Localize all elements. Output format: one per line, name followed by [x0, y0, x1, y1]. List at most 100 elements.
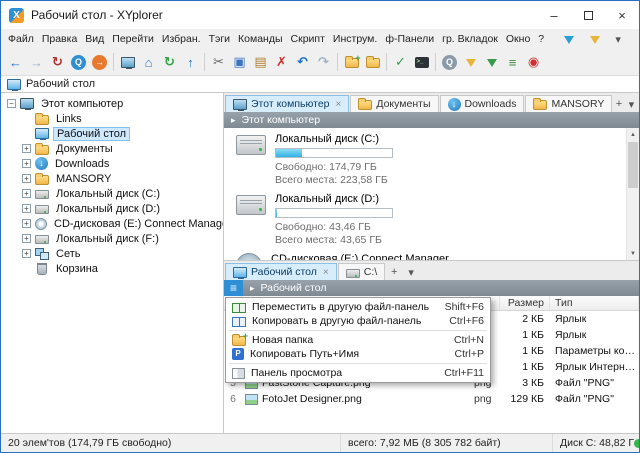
tab[interactable]: Рабочий стол×	[225, 263, 337, 280]
tab[interactable]: Downloads	[440, 95, 525, 112]
menu-item[interactable]: Команды	[234, 31, 287, 47]
column-header-size[interactable]: Размер	[500, 296, 550, 310]
tree-item[interactable]: +MANSORY	[1, 171, 223, 186]
tree-item[interactable]: +Локальный диск (D:)	[1, 201, 223, 216]
menu-item[interactable]: Файл	[4, 31, 38, 47]
tree-item[interactable]: Корзина	[1, 261, 223, 276]
tab[interactable]: C:\	[338, 263, 385, 280]
menu-item[interactable]: ?	[534, 31, 548, 47]
tree-expander[interactable]: +	[22, 234, 31, 243]
drive-entry[interactable]: CD-дисковая (E:) Connect Manager	[236, 253, 623, 260]
addressbar[interactable]: Рабочий стол	[1, 75, 639, 93]
pane-menu-button[interactable]: ≡	[224, 280, 243, 296]
copy-button[interactable]: ▣	[229, 51, 250, 73]
tree-item[interactable]: +Сеть	[1, 246, 223, 261]
top-scrollbar[interactable]: ▲ ▼	[626, 128, 639, 260]
console-button[interactable]	[411, 51, 432, 73]
refresh-button[interactable]: ↻	[159, 51, 180, 73]
context-menu-item-copy-to-other-pane[interactable]: Копировать в другую файл-панельCtrl+F6	[228, 314, 488, 328]
tab[interactable]: MANSORY	[525, 95, 612, 112]
tree-item[interactable]: Рабочий стол	[1, 126, 223, 141]
undo-button[interactable]: ↶	[292, 51, 313, 73]
tab-list-dropdown[interactable]: ▾	[626, 96, 637, 112]
menubar-filter-dropdown[interactable]: ▾	[610, 31, 626, 47]
tree-item[interactable]: +Локальный диск (F:)	[1, 231, 223, 246]
tree-item[interactable]: +Локальный диск (C:)	[1, 186, 223, 201]
paste-button[interactable]: ▤	[250, 51, 271, 73]
tree-item[interactable]: Links	[1, 111, 223, 126]
tree-item[interactable]: + Downloads	[1, 156, 223, 171]
drive-free-label: Свободно: 174,79 ГБ	[275, 161, 393, 174]
scripts-button[interactable]: ◉	[523, 51, 544, 73]
tree-expander[interactable]: +	[22, 249, 31, 258]
new-folder-button[interactable]	[341, 51, 362, 73]
tree-item-label: Downloads	[52, 157, 112, 171]
forward-button[interactable]: →	[26, 51, 47, 73]
home-button[interactable]: ⌂	[138, 51, 159, 73]
tree-item[interactable]: +Документы	[1, 141, 223, 156]
scroll-down-icon[interactable]: ▼	[627, 247, 639, 260]
toolbar: ←→↻Q→⌂↻↑✂▣▤✗↶↷✓Q≡◉	[1, 49, 639, 75]
new-tab-button[interactable]: +	[613, 96, 624, 112]
cut-button[interactable]: ✂	[208, 51, 229, 73]
context-menu-item-copy-path-name[interactable]: Копировать Путь+ИмяCtrl+P	[228, 347, 488, 361]
column-header-type[interactable]: Тип	[550, 296, 639, 310]
top-breadcrumb[interactable]: ▸ Этот компьютер	[224, 112, 639, 128]
tree-item[interactable]: +CD-дисковая (E:) Connect Manager	[1, 216, 223, 231]
menu-item[interactable]: Скрипт	[287, 31, 329, 47]
go-up-folder-button[interactable]	[362, 51, 383, 73]
zoom-button[interactable]: Q	[439, 51, 460, 73]
menu-item[interactable]: Правка	[38, 31, 81, 47]
this-pc-button[interactable]	[117, 51, 138, 73]
menu-item[interactable]: Тэги	[205, 31, 234, 47]
close-button[interactable]: ×	[605, 1, 639, 29]
drive-entry[interactable]: Локальный диск (D:)Свободно: 43,46 ГБВсе…	[236, 193, 623, 247]
tree-expander[interactable]: +	[22, 189, 31, 198]
tree-expander[interactable]: +	[22, 204, 31, 213]
file-row[interactable]: 6FotoJet Designer.pngpng129 КБФайл "PNG"	[224, 391, 639, 407]
search-button[interactable]: Q	[68, 51, 89, 73]
menubar-tag-filter-button[interactable]	[558, 28, 579, 50]
go-to-button[interactable]: →	[89, 51, 110, 73]
bottom-breadcrumb[interactable]: ▸ Рабочий стол	[243, 280, 639, 296]
drive-entry[interactable]: Локальный диск (C:)Свободно: 174,79 ГБВс…	[236, 133, 623, 187]
drive-usage-bar	[275, 208, 393, 218]
tab[interactable]: Документы	[350, 95, 438, 112]
redo-button[interactable]: ↷	[313, 51, 334, 73]
tree-expander[interactable]: +	[22, 219, 31, 228]
context-menu-item-new-folder[interactable]: Новая папкаCtrl+N	[228, 333, 488, 347]
tree-expander[interactable]: +	[22, 159, 31, 168]
context-menu-item-preview-pane[interactable]: Панель просмотраCtrl+F11	[228, 366, 488, 380]
minimize-button[interactable]: –	[537, 1, 571, 29]
tab-close-icon[interactable]: ×	[323, 267, 329, 278]
scroll-thumb[interactable]	[628, 142, 638, 188]
tree-expander[interactable]: +	[22, 144, 31, 153]
new-tab-button[interactable]: +	[386, 264, 402, 280]
menu-item[interactable]: ф-Панели	[381, 31, 438, 47]
menu-item[interactable]: Вид	[81, 31, 108, 47]
tree-expander[interactable]: −	[7, 99, 16, 108]
tab[interactable]: Этот компьютер×	[225, 95, 349, 112]
up-button[interactable]: ↑	[180, 51, 201, 73]
menu-item[interactable]: Избран.	[158, 31, 205, 47]
menu-item[interactable]: гр. Вкладок	[438, 31, 502, 47]
tab-list-dropdown[interactable]: ▾	[403, 264, 419, 280]
tag-filter-button[interactable]	[481, 51, 502, 73]
recent-location-button[interactable]: ↻	[47, 51, 68, 73]
select-button[interactable]: ✓	[390, 51, 411, 73]
mini-tree-button[interactable]: ≡	[502, 51, 523, 73]
tree-expander[interactable]: +	[22, 174, 31, 183]
menu-item[interactable]: Инструм.	[329, 31, 381, 47]
context-menu-item-move-to-other-pane[interactable]: Переместить в другую файл-панельShift+F6	[228, 300, 488, 314]
maximize-button[interactable]	[571, 1, 605, 29]
back-button[interactable]: ←	[5, 51, 26, 73]
tree-item[interactable]: −Этот компьютер	[1, 96, 223, 111]
visual-filter-button[interactable]	[460, 51, 481, 73]
menu-item[interactable]: Окно	[502, 31, 534, 47]
scroll-up-icon[interactable]: ▲	[627, 128, 639, 141]
menu-item[interactable]: Перейти	[108, 31, 158, 47]
menubar-visual-filter-button[interactable]	[584, 28, 605, 50]
delete-button[interactable]: ✗	[271, 51, 292, 73]
downloads-icon	[448, 98, 461, 111]
tab-close-icon[interactable]: ×	[336, 99, 342, 110]
